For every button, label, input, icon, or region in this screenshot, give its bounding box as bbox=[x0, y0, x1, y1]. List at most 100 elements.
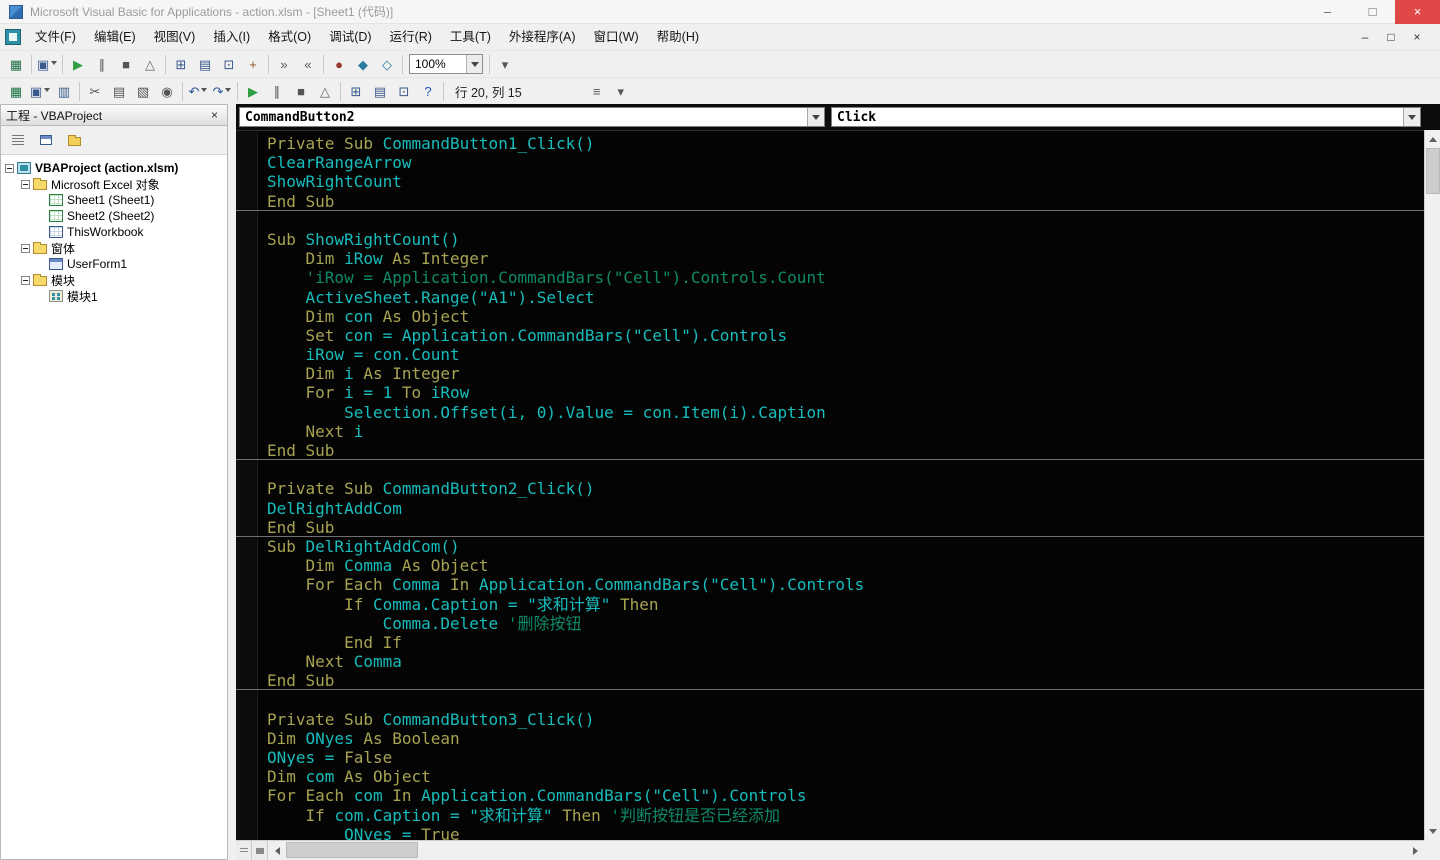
zoom-combobox[interactable]: 100% bbox=[409, 54, 483, 74]
reset-icon[interactable]: ■ bbox=[289, 80, 313, 102]
design-mode-icon[interactable]: △ bbox=[313, 80, 337, 102]
code-icon bbox=[12, 135, 24, 145]
tree-item-excel-objects[interactable]: Microsoft Excel 对象 bbox=[1, 176, 227, 192]
toggle-folders-button[interactable] bbox=[62, 129, 86, 151]
tree-item-sheet1[interactable]: Sheet1 (Sheet1) bbox=[1, 192, 227, 208]
reset-icon[interactable]: ■ bbox=[114, 53, 138, 75]
redo-icon[interactable]: ↷ bbox=[210, 80, 234, 102]
scroll-right-button[interactable] bbox=[1408, 841, 1424, 860]
menu-item-add-ins[interactable]: 外接程序(A) bbox=[500, 26, 585, 48]
tree-item-modules[interactable]: 模块 bbox=[1, 272, 227, 288]
object-combobox[interactable]: CommandButton2 bbox=[239, 107, 825, 127]
tree-item-sheet2[interactable]: Sheet2 (Sheet2) bbox=[1, 208, 227, 224]
undo-icon[interactable]: ↶ bbox=[186, 80, 210, 102]
menu-bar: 文件(F)编辑(E)视图(V)插入(I)格式(O)调试(D)运行(R)工具(T)… bbox=[0, 24, 1440, 50]
menu-item-edit[interactable]: 编辑(E) bbox=[85, 26, 145, 48]
mdi-window-controls: –□× bbox=[1352, 27, 1440, 47]
project-panel-toolbar bbox=[1, 126, 227, 155]
maximize-button[interactable]: □ bbox=[1350, 0, 1395, 24]
break-icon[interactable]: ∥ bbox=[265, 80, 289, 102]
vertical-scroll-thumb[interactable] bbox=[1426, 148, 1440, 194]
code-line: Set con = Application.CommandBars("Cell"… bbox=[267, 326, 1424, 345]
object-combobox-value[interactable]: CommandButton2 bbox=[240, 108, 807, 126]
save-icon[interactable]: ▥ bbox=[52, 80, 76, 102]
tree-item-vbaproject[interactable]: VBAProject (action.xlsm) bbox=[1, 160, 227, 176]
insert-userform-icon[interactable]: ▣ bbox=[35, 53, 59, 75]
expander-icon[interactable] bbox=[5, 164, 14, 173]
horizontal-scrollbar[interactable] bbox=[268, 841, 1424, 860]
mdi-restore-button[interactable]: □ bbox=[1378, 27, 1404, 47]
expander-icon[interactable] bbox=[21, 276, 30, 285]
indent-icon[interactable]: » bbox=[272, 53, 296, 75]
mdi-close-button[interactable]: × bbox=[1404, 27, 1430, 47]
view-object-button[interactable] bbox=[34, 129, 58, 151]
panel-splitter[interactable] bbox=[228, 104, 236, 860]
tree-item-userform1[interactable]: UserForm1 bbox=[1, 256, 227, 272]
run-icon[interactable]: ▶ bbox=[241, 80, 265, 102]
project-explorer-icon[interactable]: ⊞ bbox=[169, 53, 193, 75]
code-editor[interactable]: Private Sub CommandButton1_Click()ClearR… bbox=[236, 130, 1424, 840]
view-code-button[interactable] bbox=[6, 129, 30, 151]
object-browser-icon[interactable]: ⊡ bbox=[392, 80, 416, 102]
toolbar-options-icon[interactable]: ▾ bbox=[493, 53, 517, 75]
vertical-scrollbar[interactable] bbox=[1424, 130, 1440, 840]
full-module-view-button[interactable] bbox=[252, 841, 268, 860]
event-combo-arrow-icon[interactable] bbox=[1403, 108, 1420, 126]
toolbar-options-icon[interactable]: ▾ bbox=[609, 80, 633, 102]
zoom-dropdown-icon[interactable] bbox=[466, 55, 482, 73]
outdent-icon[interactable]: « bbox=[296, 53, 320, 75]
object-combo-arrow-icon[interactable] bbox=[807, 108, 824, 126]
toolbar-separator bbox=[323, 55, 324, 74]
project-panel-close-button[interactable]: × bbox=[207, 108, 222, 123]
toggle-breakpoint-icon[interactable]: ● bbox=[327, 53, 351, 75]
tree-item-module1[interactable]: 模块1 bbox=[1, 288, 227, 304]
menu-item-view[interactable]: 视图(V) bbox=[145, 26, 205, 48]
menu-item-debug[interactable]: 调试(D) bbox=[320, 26, 380, 48]
cut-icon[interactable]: ✂ bbox=[83, 80, 107, 102]
expander-icon[interactable] bbox=[21, 180, 30, 189]
properties-window-icon[interactable]: ▤ bbox=[193, 53, 217, 75]
expander-icon[interactable] bbox=[21, 244, 30, 253]
design-mode-icon[interactable]: △ bbox=[138, 53, 162, 75]
object-browser-icon[interactable]: ⊡ bbox=[217, 53, 241, 75]
menu-item-file[interactable]: 文件(F) bbox=[26, 26, 85, 48]
help-icon[interactable]: ? bbox=[416, 80, 440, 102]
horizontal-scroll-thumb[interactable] bbox=[286, 842, 418, 858]
paste-icon[interactable]: ▧ bbox=[131, 80, 155, 102]
menu-item-run[interactable]: 运行(R) bbox=[381, 26, 441, 48]
vba-window: Microsoft Visual Basic for Applications … bbox=[0, 0, 1440, 860]
menu-item-format[interactable]: 格式(O) bbox=[259, 26, 320, 48]
toolbox-icon[interactable]: + bbox=[241, 53, 265, 75]
scroll-down-button[interactable] bbox=[1425, 824, 1440, 840]
toggle-bookmark-icon[interactable]: ◆ bbox=[351, 53, 375, 75]
vba-doc-icon[interactable] bbox=[5, 29, 21, 45]
find-icon[interactable]: ◉ bbox=[155, 80, 179, 102]
menu-item-insert[interactable]: 插入(I) bbox=[204, 26, 259, 48]
copy-icon[interactable]: ▤ bbox=[107, 80, 131, 102]
event-combobox-value[interactable]: Click bbox=[832, 108, 1403, 126]
properties-window-icon[interactable]: ▤ bbox=[368, 80, 392, 102]
insert-module-icon[interactable]: ▣ bbox=[28, 80, 52, 102]
close-button[interactable]: × bbox=[1395, 0, 1440, 24]
toolbar-separator bbox=[182, 82, 183, 101]
break-icon[interactable]: ∥ bbox=[90, 53, 114, 75]
tree-item-forms[interactable]: 窗体 bbox=[1, 240, 227, 256]
menu-item-help[interactable]: 帮助(H) bbox=[648, 26, 708, 48]
view-excel-icon[interactable]: ▦ bbox=[4, 53, 28, 75]
code-line: End Sub bbox=[267, 518, 1424, 537]
view-excel-icon[interactable]: ▦ bbox=[4, 80, 28, 102]
menu-item-window[interactable]: 窗口(W) bbox=[585, 26, 648, 48]
scroll-left-button[interactable] bbox=[268, 841, 284, 860]
tree-item-thisworkbook[interactable]: ThisWorkbook bbox=[1, 224, 227, 240]
breakpoint-margin[interactable] bbox=[236, 131, 258, 840]
event-combobox[interactable]: Click bbox=[831, 107, 1421, 127]
mdi-minimize-button[interactable]: – bbox=[1352, 27, 1378, 47]
run-icon[interactable]: ▶ bbox=[66, 53, 90, 75]
minimize-button[interactable]: – bbox=[1305, 0, 1350, 24]
menu-item-tools[interactable]: 工具(T) bbox=[441, 26, 500, 48]
scroll-up-button[interactable] bbox=[1425, 130, 1440, 146]
project-explorer-icon[interactable]: ⊞ bbox=[344, 80, 368, 102]
comment-block-icon[interactable]: ≡ bbox=[585, 80, 609, 102]
procedure-view-button[interactable] bbox=[236, 841, 252, 860]
next-bookmark-icon[interactable]: ◇ bbox=[375, 53, 399, 75]
